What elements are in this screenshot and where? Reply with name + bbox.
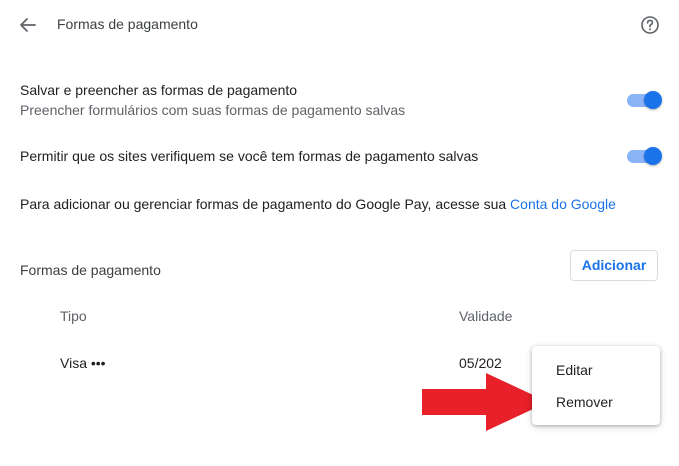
column-validity: Validade (459, 308, 513, 324)
add-button[interactable]: Adicionar (570, 250, 658, 281)
context-menu: Editar Remover (532, 346, 660, 425)
payment-methods-title: Formas de pagamento (20, 262, 161, 278)
google-pay-info: Para adicionar ou gerenciar formas de pa… (20, 195, 616, 213)
save-fill-toggle[interactable] (627, 91, 662, 109)
menu-item-remove[interactable]: Remover (556, 393, 613, 411)
allow-sites-label: Permitir que os sites verifiquem se você… (20, 148, 479, 164)
card-validity: 05/202 (459, 355, 502, 371)
save-fill-label: Salvar e preencher as formas de pagament… (20, 82, 298, 98)
help-circle-icon[interactable] (639, 14, 661, 36)
google-account-link[interactable]: Conta do Google (510, 196, 616, 212)
menu-item-edit[interactable]: Editar (556, 361, 593, 379)
column-type: Tipo (60, 308, 87, 324)
card-type: Visa ••• (60, 355, 106, 371)
page-title: Formas de pagamento (57, 16, 198, 32)
save-fill-sublabel: Preencher formulários com suas formas de… (20, 102, 406, 118)
arrow-back-icon[interactable] (17, 14, 39, 36)
google-pay-text: Para adicionar ou gerenciar formas de pa… (20, 196, 511, 212)
allow-sites-toggle[interactable] (627, 147, 662, 165)
